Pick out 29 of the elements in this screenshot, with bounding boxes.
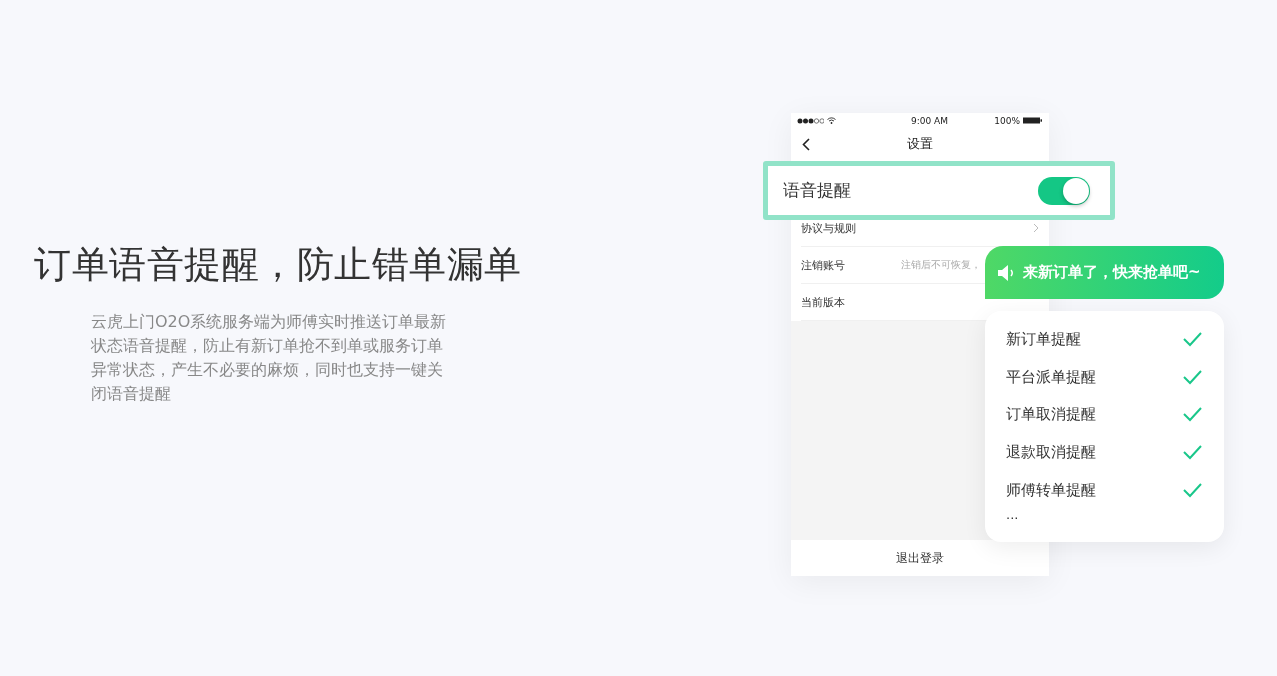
check-icon[interactable] (1183, 369, 1202, 385)
reminder-label: 订单取消提醒 (1006, 405, 1096, 425)
signal-icon (797, 117, 824, 124)
check-icon[interactable] (1183, 407, 1202, 423)
check-icon[interactable] (1183, 445, 1202, 461)
bubble-text: 来新订单了，快来抢单吧~ (1023, 263, 1201, 282)
check-icon[interactable] (1183, 332, 1202, 348)
reminder-label: 平台派单提醒 (1006, 367, 1096, 387)
status-time: 9:00 AM (911, 115, 949, 126)
settings-item[interactable]: 注销账号 (801, 257, 845, 273)
screen-title: 设置 (907, 135, 933, 153)
settings-item[interactable]: 协议与规则 (801, 220, 856, 236)
voice-reminder-label: 语音提醒 (783, 179, 851, 202)
logout-button[interactable]: 退出登录 (791, 540, 1049, 576)
more-ellipsis: ... (1006, 508, 1019, 521)
reminder-label: 新订单提醒 (1006, 330, 1081, 350)
chevron-icon (1033, 223, 1039, 233)
check-icon[interactable] (1183, 482, 1202, 498)
battery-icon (1023, 117, 1043, 124)
back-icon[interactable] (802, 138, 810, 151)
description: 云虎上门O2O系统服务端为师傅实时推送订单最新状态语音提醒，防止有新订单抢不到单或服务订单异常状态，产生不必要的麻烦，同时也支持一键关闭语音提醒 (91, 311, 448, 405)
headline: 订单语音提醒，防止错单漏单 (34, 242, 523, 288)
battery-level: 100% (994, 115, 1020, 126)
settings-hint: 注销后不可恢复， (901, 258, 981, 272)
reminder-label: 师傅转单提醒 (1006, 480, 1096, 500)
reminder-label: 退款取消提醒 (1006, 443, 1096, 463)
settings-item[interactable]: 当前版本 (801, 294, 845, 310)
wifi-icon (827, 117, 836, 124)
toggle-switch[interactable] (1038, 176, 1090, 205)
